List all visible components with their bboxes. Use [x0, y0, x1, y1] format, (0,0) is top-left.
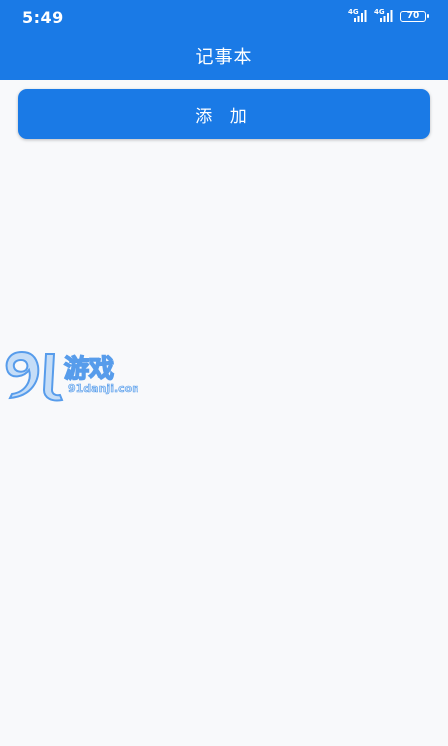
signal-icon: 4G: [348, 8, 368, 23]
add-button[interactable]: 添 加: [18, 89, 430, 139]
app-screen: 5:49 4G 4G 70 记事本 添 加 游戏 91danji.com: [0, 0, 448, 746]
signal-icon: 4G: [374, 8, 394, 23]
battery-icon: 70: [400, 10, 429, 22]
watermark-site-text: 91danji.com: [68, 382, 138, 395]
page-title: 记事本: [195, 47, 253, 68]
watermark-logo: 游戏 91danji.com: [5, 350, 138, 402]
status-bar: 5:49 4G 4G 70: [0, 0, 448, 34]
svg-text:游戏: 游戏: [64, 354, 114, 383]
app-header: 5:49 4G 4G 70 记事本: [0, 0, 448, 80]
status-icons: 4G 4G 70: [348, 8, 429, 23]
status-time: 5:49: [22, 8, 64, 27]
